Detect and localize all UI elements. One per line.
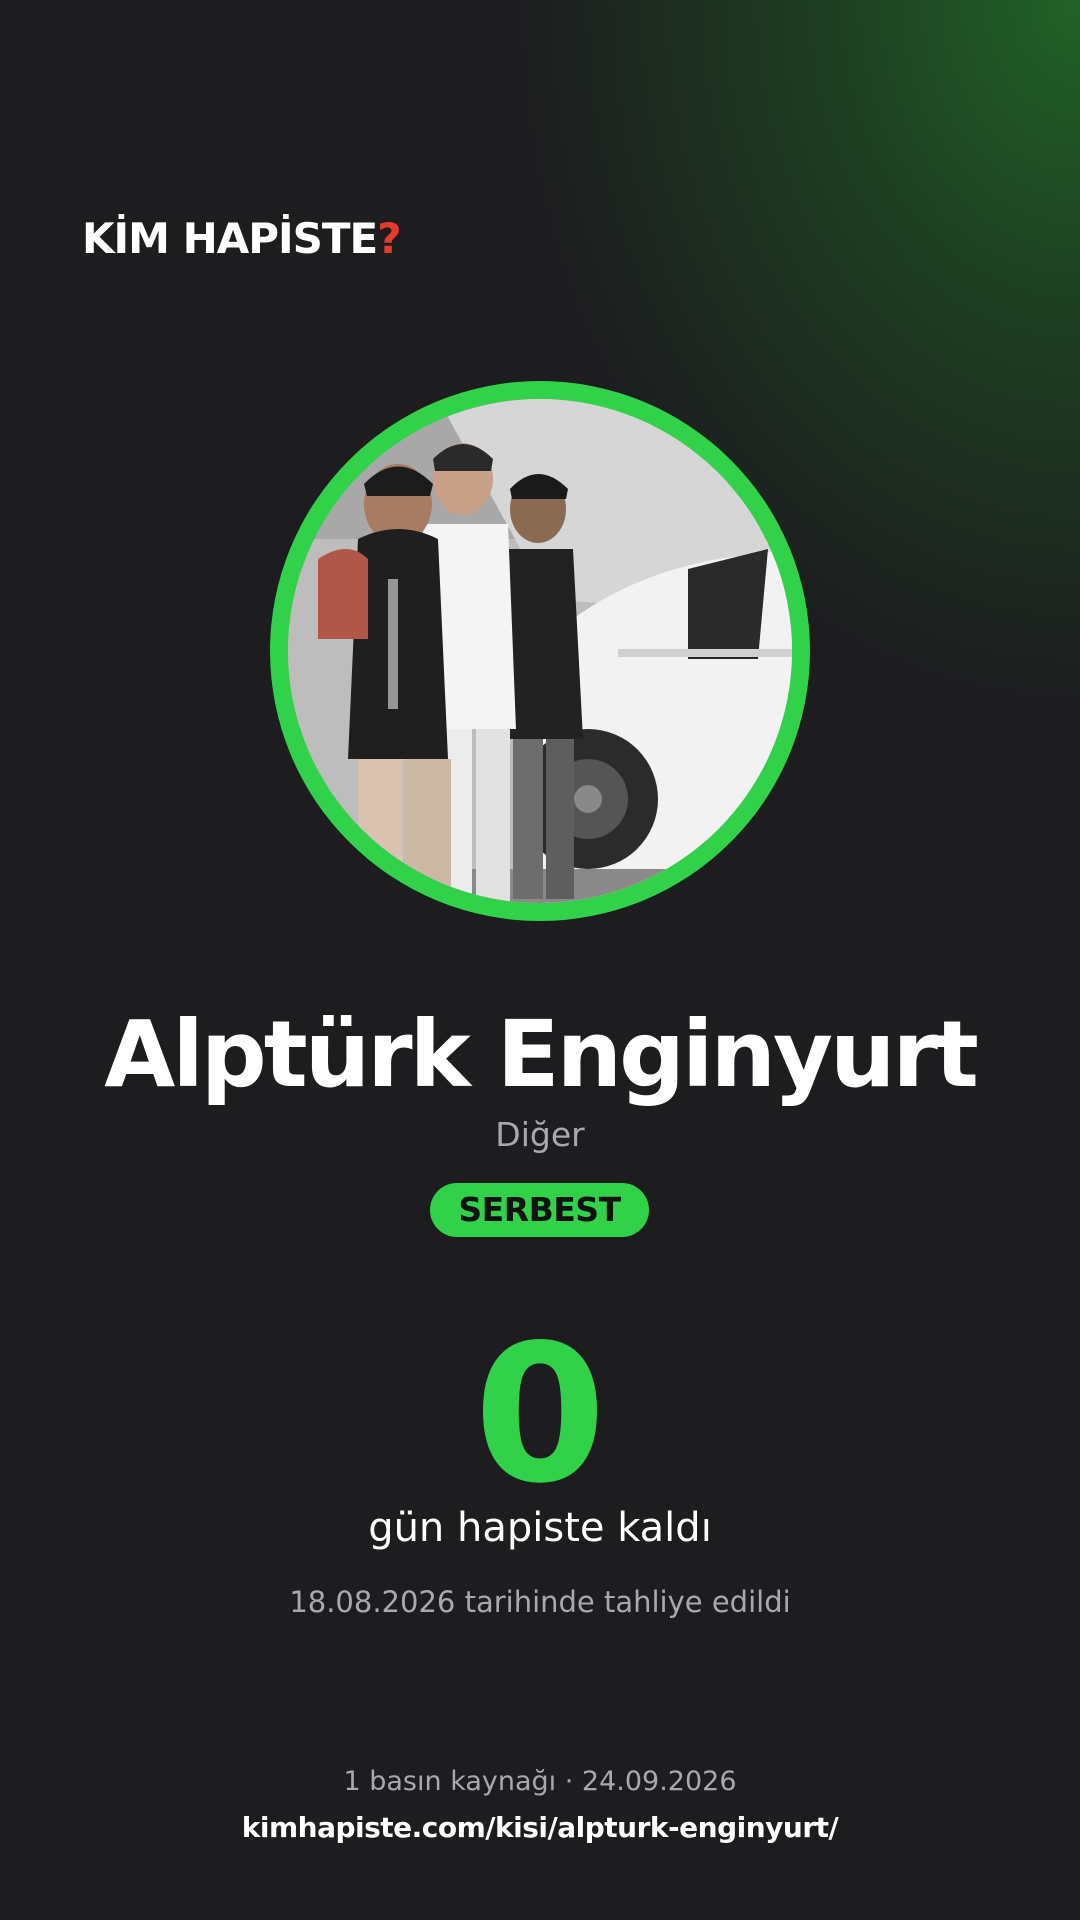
- brand-logo[interactable]: KİM HAPİSTE?: [82, 214, 402, 263]
- sources-info: 1 basın kaynağı · 24.09.2026: [343, 1766, 737, 1797]
- person-name: Alptürk Enginyurt: [104, 1001, 979, 1108]
- logo-question-mark: ?: [377, 214, 401, 263]
- person-category: Diğer: [495, 1115, 585, 1154]
- days-count: 0: [473, 1304, 607, 1525]
- profile-url-link[interactable]: kimhapiste.com/kisi/alpturk-enginyurt/: [0, 1808, 1080, 1848]
- person-photo: [288, 399, 792, 903]
- photo-illustration: [288, 399, 792, 903]
- status-badge: SERBEST: [430, 1183, 649, 1237]
- background-glow: [0, 0, 1080, 1920]
- days-label: gün hapiste kaldı: [368, 1505, 712, 1551]
- release-date-text: 18.08.2026 tarihinde tahliye edildi: [289, 1585, 791, 1619]
- logo-text: KİM HAPİSTE: [82, 214, 378, 263]
